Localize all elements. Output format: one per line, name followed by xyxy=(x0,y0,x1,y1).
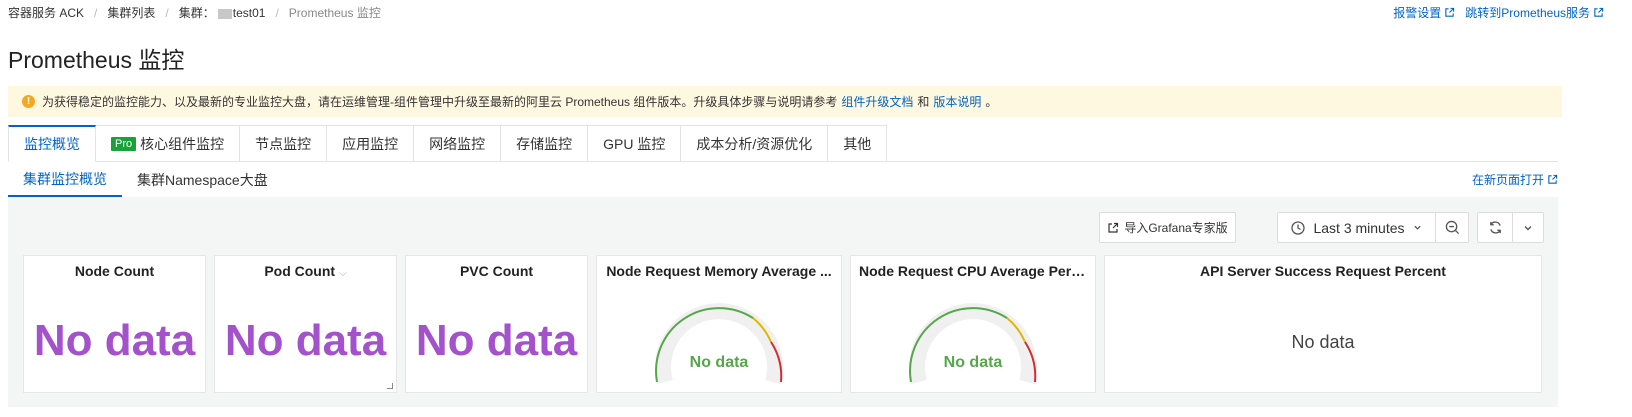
tab-label: 监控概览 xyxy=(24,136,80,152)
tab-cost-analysis[interactable]: 成本分析/资源优化 xyxy=(681,125,829,162)
top-links: 报警设置 跳转到Prometheus服务 xyxy=(1393,4,1604,21)
tab-storage[interactable]: 存储监控 xyxy=(501,125,589,162)
panel-value: No data xyxy=(224,316,387,365)
sub-tabs: 集群监控概览 集群Namespace大盘 xyxy=(8,162,283,197)
panel-value: No data xyxy=(943,354,1003,371)
external-link-icon xyxy=(1594,7,1604,17)
panel-title: Pod Count ⌵ xyxy=(215,263,396,279)
panel-title: Node Request Memory Average ... xyxy=(606,263,832,279)
redacted-mask xyxy=(217,8,232,19)
alert-text-and: 和 xyxy=(917,95,930,109)
breadcrumb-cluster-list[interactable]: 集群列表 xyxy=(107,4,155,21)
tab-label: 成本分析/资源优化 xyxy=(696,135,813,152)
panel-title: PVC Count xyxy=(459,263,534,279)
panel-value: No data xyxy=(1291,332,1355,352)
panel-node-request-cpu[interactable]: Node Request CPU Average Perc... No data xyxy=(850,255,1096,393)
main-tabs: 监控概览 Pro 核心组件监控 节点监控 应用监控 网络监控 存储监控 GPU 监… xyxy=(8,125,888,162)
subtab-namespace-dashboard[interactable]: 集群Namespace大盘 xyxy=(122,162,283,197)
open-new-page-link[interactable]: 在新页面打开 xyxy=(1472,171,1558,188)
resize-handle[interactable] xyxy=(387,383,393,389)
import-grafana-button[interactable]: 导入Grafana专家版 xyxy=(1099,212,1236,243)
breadcrumb: 容器服务 ACK / 集群列表 / 集群： test01 / Prometheus… xyxy=(8,4,381,21)
external-link-icon xyxy=(1548,174,1558,184)
breadcrumb-cluster-prefix: 集群： xyxy=(178,6,215,20)
tab-label: 应用监控 xyxy=(342,135,399,152)
tab-network[interactable]: 网络监控 xyxy=(414,125,502,162)
import-grafana-label: 导入Grafana专家版 xyxy=(1124,221,1228,235)
subtab-cluster-overview[interactable]: 集群监控概览 xyxy=(8,162,122,197)
breadcrumb-cluster[interactable]: 集群： test01 xyxy=(179,4,266,21)
breadcrumb-separator: / xyxy=(165,5,169,20)
chevron-down-icon xyxy=(1413,225,1421,230)
tab-application[interactable]: 应用监控 xyxy=(327,125,415,162)
panel-value: No data xyxy=(415,316,578,365)
tab-label: 网络监控 xyxy=(429,135,486,152)
breadcrumb-current: Prometheus 监控 xyxy=(288,6,381,20)
refresh-icon xyxy=(1489,221,1501,234)
chevron-down-icon xyxy=(1524,225,1532,230)
tab-node[interactable]: 节点监控 xyxy=(240,125,328,162)
panel-node-request-memory[interactable]: Node Request Memory Average ... No data xyxy=(596,255,842,393)
open-new-page-label: 在新页面打开 xyxy=(1471,173,1544,187)
breadcrumb-separator: / xyxy=(275,5,279,20)
external-link-icon xyxy=(1445,7,1455,17)
tab-core-components[interactable]: Pro 核心组件监控 xyxy=(96,125,241,162)
panel-title: Node Count xyxy=(74,263,155,279)
panel-title-text: Pod Count xyxy=(264,263,336,279)
grafana-dashboard: 导入Grafana专家版 Last 3 minutes Node Count N… xyxy=(8,197,1558,407)
zoom-out-icon xyxy=(1445,220,1459,235)
tab-label: 存储监控 xyxy=(516,135,573,152)
version-notes-link[interactable]: 版本说明 xyxy=(933,93,981,110)
panel-value: No data xyxy=(33,316,196,365)
goto-prometheus-label: 跳转到Prometheus服务 xyxy=(1465,6,1590,20)
external-link-icon xyxy=(1108,222,1119,233)
breadcrumb-ack[interactable]: 容器服务 ACK xyxy=(8,4,84,21)
panel-title: API Server Success Request Percent xyxy=(1200,263,1446,279)
panel-pvc-count[interactable]: PVC Count No data xyxy=(405,255,588,393)
tab-label: 节点监控 xyxy=(255,135,312,152)
panel-title: Node Request CPU Average Perc... xyxy=(859,263,1091,279)
refresh-interval-dropdown[interactable] xyxy=(1512,212,1544,243)
tab-label: 其他 xyxy=(843,135,872,152)
tab-gpu[interactable]: GPU 监控 xyxy=(588,125,682,162)
alert-text-end: 。 xyxy=(985,95,998,109)
upgrade-alert: ! 为获得稳定的监控能力、以及最新的专业监控大盘，请在运维管理-组件管理中升级至… xyxy=(8,86,1562,117)
alert-text: 为获得稳定的监控能力、以及最新的专业监控大盘，请在运维管理-组件管理中升级至最新… xyxy=(42,95,838,109)
chevron-down-icon[interactable]: ⌵ xyxy=(339,268,347,279)
page-title: Prometheus 监控 xyxy=(8,47,185,73)
upgrade-doc-link[interactable]: 组件升级文档 xyxy=(841,93,913,110)
tab-label: GPU 监控 xyxy=(603,135,666,152)
zoom-out-button[interactable] xyxy=(1435,212,1469,243)
warning-icon: ! xyxy=(22,95,35,108)
clock-icon xyxy=(1291,220,1306,235)
alert-settings-link[interactable]: 报警设置 xyxy=(1393,4,1455,21)
breadcrumb-cluster-name: test01 xyxy=(232,6,266,20)
subtab-label: 集群监控概览 xyxy=(23,170,107,187)
subtab-label: 集群Namespace大盘 xyxy=(137,171,268,188)
goto-prometheus-link[interactable]: 跳转到Prometheus服务 xyxy=(1465,4,1604,21)
time-range-picker[interactable]: Last 3 minutes xyxy=(1277,212,1436,243)
panel-api-server-success[interactable]: API Server Success Request Percent No da… xyxy=(1104,255,1542,393)
time-range-label: Last 3 minutes xyxy=(1313,219,1405,236)
tab-overview[interactable]: 监控概览 xyxy=(8,125,96,162)
panel-node-count[interactable]: Node Count No data xyxy=(23,255,206,393)
tab-other[interactable]: 其他 xyxy=(828,125,888,162)
refresh-button[interactable] xyxy=(1477,212,1513,243)
breadcrumb-separator: / xyxy=(94,5,98,20)
pro-badge: Pro xyxy=(111,136,137,151)
alert-settings-label: 报警设置 xyxy=(1393,6,1442,20)
tab-label: 核心组件监控 xyxy=(140,135,225,152)
panel-value: No data xyxy=(689,354,749,371)
panel-pod-count[interactable]: Pod Count ⌵ No data xyxy=(214,255,397,393)
